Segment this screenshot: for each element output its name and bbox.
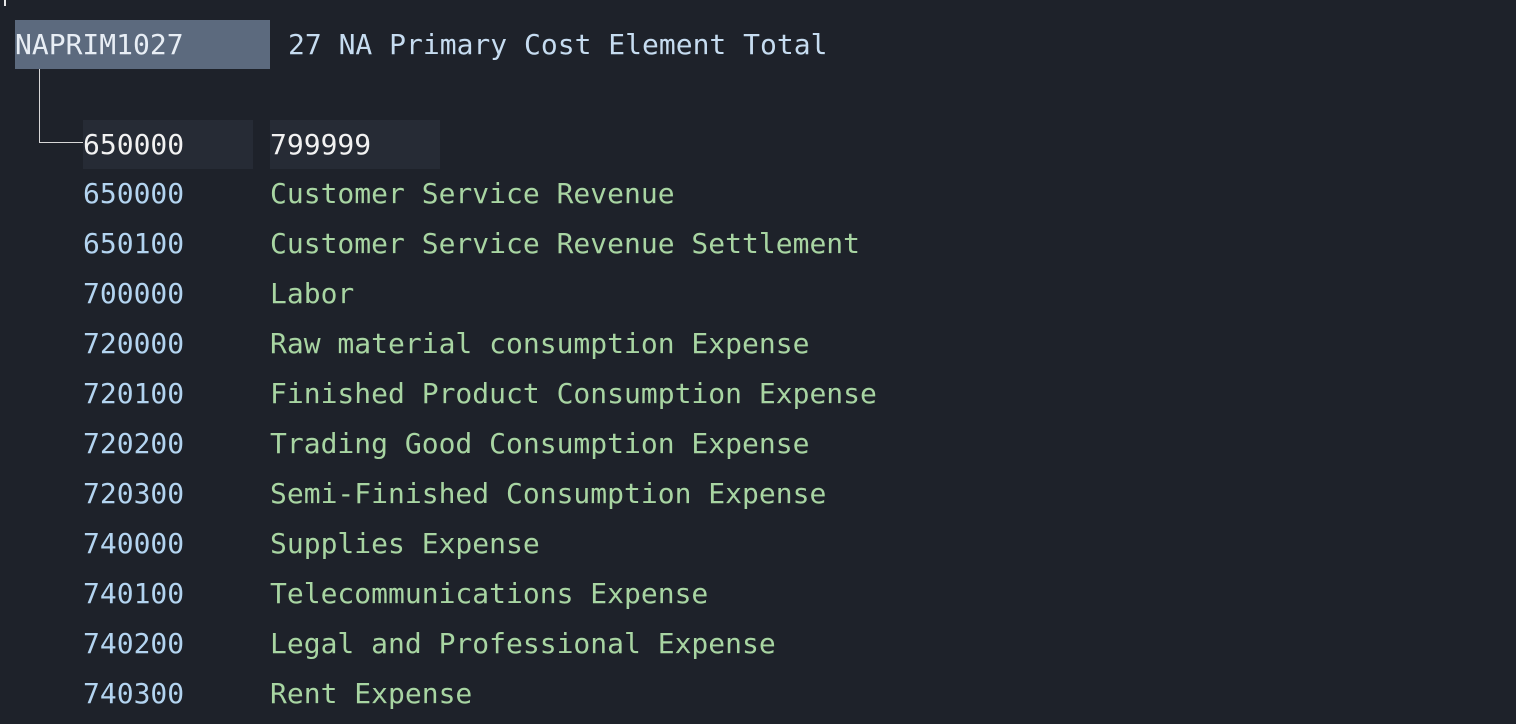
cost-element-code: 720200 [83,427,185,460]
range-to-cell[interactable]: 799999 [270,120,440,169]
range-from-cell[interactable]: 650000 [83,120,253,169]
cost-element-code: 720100 [83,377,185,410]
cost-element-code: 740300 [83,677,185,710]
cost-element-description: Raw material consumption Expense [270,327,810,360]
tree-connector-line [39,69,40,143]
group-id-cell[interactable]: NAPRIM1027 [15,20,270,69]
cost-element-code: 720300 [83,477,185,510]
cost-element-code: 700000 [83,277,185,310]
cost-element-description: Customer Service Revenue Settlement [270,227,861,260]
cost-element-description: Semi-Finished Consumption Expense [270,477,827,510]
cost-element-code: 650000 [83,177,185,210]
cost-element-description: Finished Product Consumption Expense [270,377,877,410]
cost-element-description: Customer Service Revenue [270,177,675,210]
cost-element-code: 740200 [83,627,185,660]
cost-element-code: 740000 [83,527,185,560]
group-title: 27 NA Primary Cost Element Total [288,28,828,61]
cost-element-description: Trading Good Consumption Expense [270,427,810,460]
cost-element-code: 720000 [83,327,185,360]
cost-element-code: 740100 [83,577,185,610]
cost-element-code: 650100 [83,227,185,260]
cost-element-description: Labor [270,277,355,310]
cost-element-description: Rent Expense [270,677,473,710]
tree-connector-branch [39,142,83,143]
cost-element-description: Telecommunications Expense [270,577,709,610]
text-cursor [4,0,6,6]
cost-element-description: Supplies Expense [270,527,540,560]
cost-element-description: Legal and Professional Expense [270,627,776,660]
